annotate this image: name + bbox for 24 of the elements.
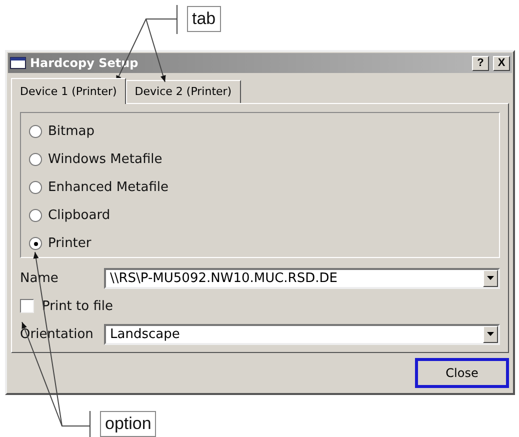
dropdown-arrow-icon <box>487 332 494 336</box>
checkbox[interactable] <box>20 299 34 313</box>
radio-label: Printer <box>48 236 92 251</box>
radio-button[interactable] <box>29 125 42 138</box>
radio-label: Clipboard <box>48 208 110 223</box>
tab[interactable]: Device 1 (Printer) <box>11 78 126 104</box>
name-dropdown[interactable]: \\RS\P-MU5092.NW10.MUC.RSD.DE <box>104 268 500 288</box>
bracket-line <box>176 4 178 34</box>
radio-button[interactable] <box>29 237 42 250</box>
callout-label: tab <box>187 6 221 32</box>
tab[interactable]: Device 2 (Printer) <box>126 80 241 103</box>
close-button[interactable]: X <box>493 56 510 70</box>
radio-label: Bitmap <box>48 124 95 139</box>
radio-label: Enhanced Metafile <box>48 180 169 195</box>
radio-button[interactable] <box>29 181 42 194</box>
close-button[interactable]: Close <box>415 358 509 388</box>
dropdown-arrow-icon <box>487 276 494 280</box>
radio-label: Windows Metafile <box>48 152 162 167</box>
orientation-dropdown[interactable]: Landscape <box>104 324 500 344</box>
help-button[interactable]: ? <box>472 56 489 70</box>
radio-button[interactable] <box>29 209 42 222</box>
radio-button[interactable] <box>29 153 42 166</box>
window-icon <box>10 57 26 69</box>
callout-label: option <box>100 411 156 437</box>
